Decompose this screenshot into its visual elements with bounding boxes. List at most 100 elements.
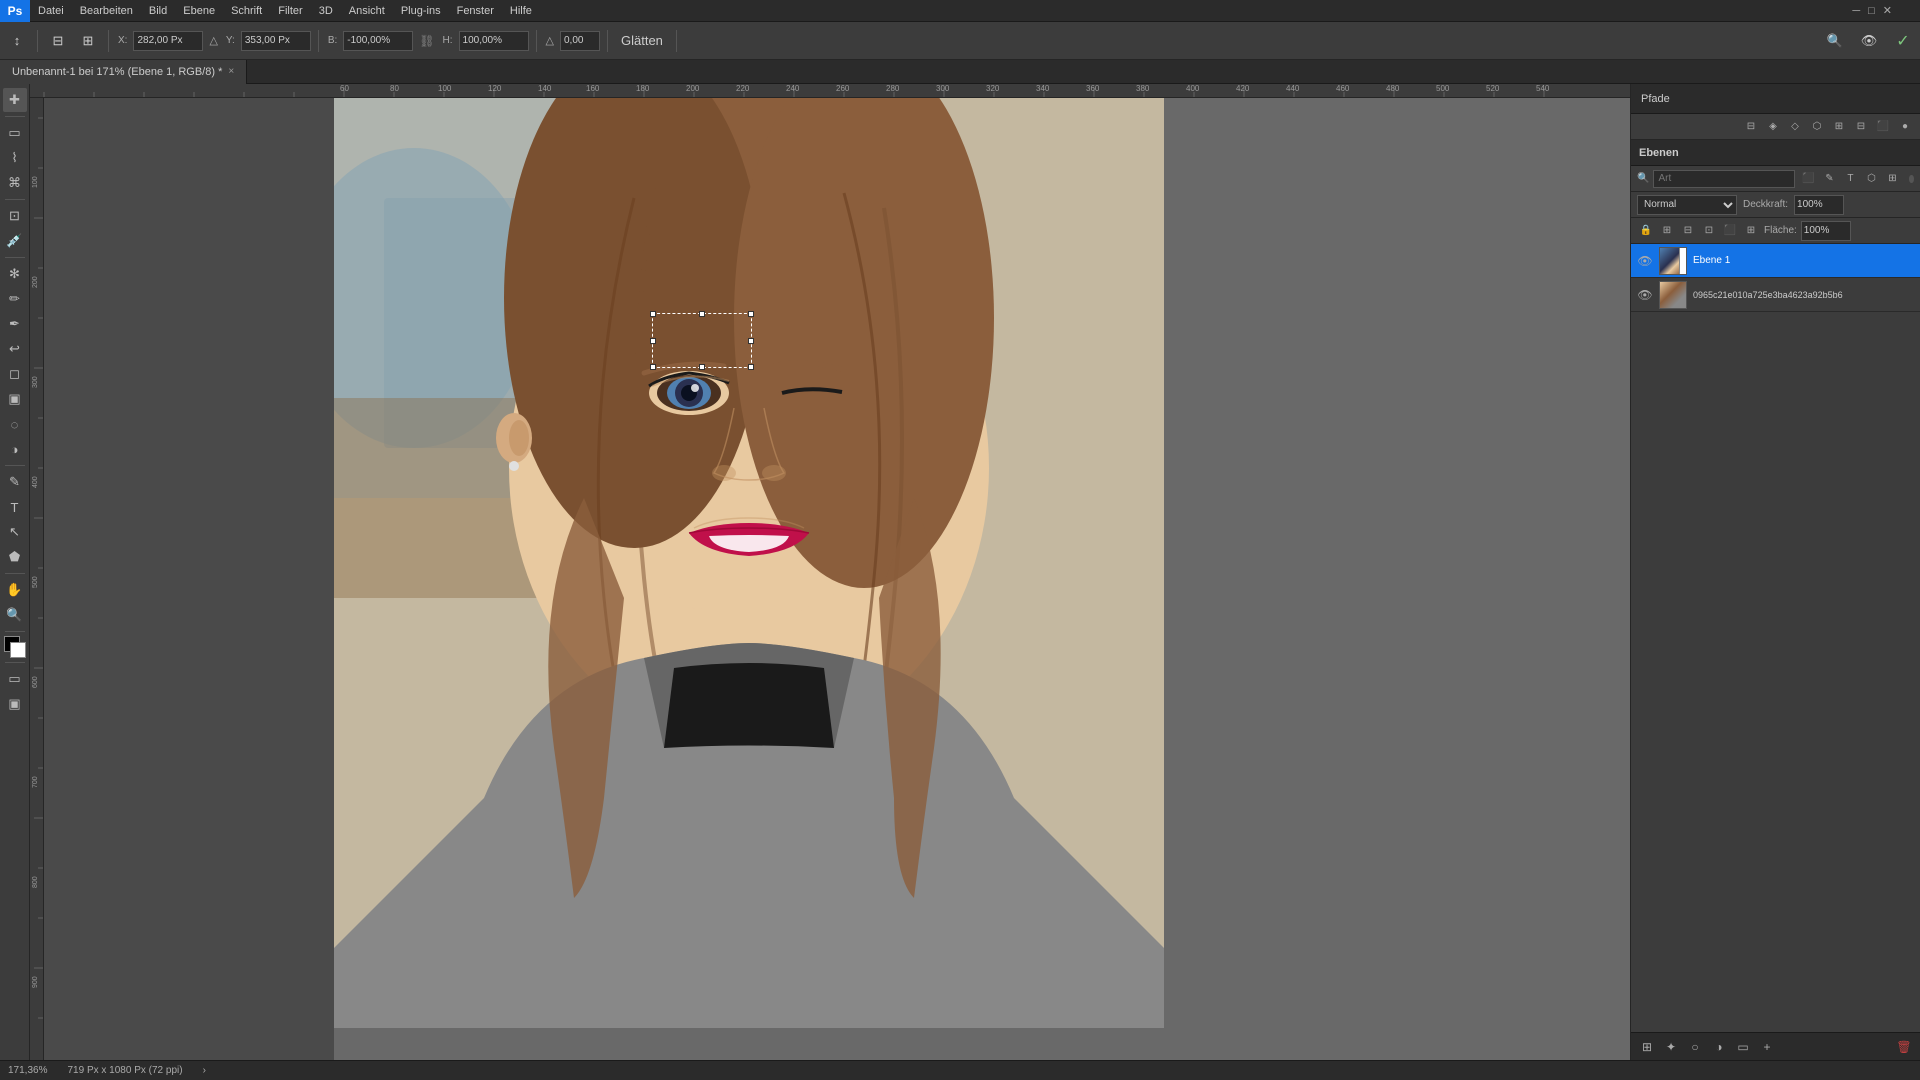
fill-input[interactable] [1801, 221, 1851, 241]
svg-text:500: 500 [32, 576, 39, 588]
layer-vis-1[interactable]: 👁 [1637, 253, 1653, 269]
canvas-area[interactable]: 60 80 100 120 140 160 180 200 220 240 26… [30, 84, 1630, 1060]
filter-shape-icon[interactable]: ⬡ [1862, 170, 1880, 188]
menu-fenster[interactable]: Fenster [449, 0, 502, 22]
lock-move-icon[interactable]: ⊞ [1658, 222, 1676, 240]
height-input[interactable] [459, 31, 529, 51]
lasso-tool[interactable]: ⌇ [3, 146, 27, 170]
x-input[interactable] [133, 31, 203, 51]
panel-icon-4[interactable]: ⬡ [1808, 118, 1826, 136]
svg-text:460: 460 [1336, 84, 1350, 93]
width-input[interactable] [343, 31, 413, 51]
foreground-color[interactable] [4, 636, 26, 658]
pen-tool[interactable]: ✎ [3, 470, 27, 494]
crop-tool[interactable]: ⊡ [3, 204, 27, 228]
layers-list[interactable]: 👁 Ebene 1 👁 0965c21e010a725e3ba4623a92b5… [1631, 244, 1920, 1032]
filter-adjust-icon[interactable]: ✎ [1820, 170, 1838, 188]
panel-icon-8[interactable]: ● [1896, 118, 1914, 136]
move-tool-btn[interactable]: ↕ [4, 28, 30, 54]
search-btn[interactable]: 🔍 [1822, 28, 1848, 54]
eye-btn[interactable]: 👁 [1856, 28, 1882, 54]
menu-bild[interactable]: Bild [141, 0, 175, 22]
healing-tool[interactable]: ✻ [3, 262, 27, 286]
opacity-input[interactable] [1794, 195, 1844, 215]
mask-mode-btn[interactable]: ▭ [3, 667, 27, 691]
pfade-tab[interactable]: Pfade [1631, 84, 1920, 114]
svg-text:360: 360 [1086, 84, 1100, 93]
layer-vis-2[interactable]: 👁 [1637, 287, 1653, 303]
lock-pixel-icon[interactable]: ⬛ [1721, 222, 1739, 240]
lock-extra-icon[interactable]: ⊞ [1742, 222, 1760, 240]
path-select-tool[interactable]: ↖ [3, 520, 27, 544]
panel-icon-1[interactable]: ⊟ [1742, 118, 1760, 136]
transform-options-btn[interactable]: ⊟ [45, 28, 71, 54]
maximize-btn[interactable]: □ [1868, 5, 1875, 17]
panel-icon-3[interactable]: ◇ [1786, 118, 1804, 136]
add-style-btn[interactable]: ✦ [1661, 1037, 1681, 1057]
svg-text:400: 400 [32, 476, 39, 488]
layer-item-2[interactable]: 👁 0965c21e010a725e3ba4623a92b5b6 [1631, 278, 1920, 312]
tab-close-btn[interactable]: × [228, 66, 234, 77]
group-btn[interactable]: ▭ [1733, 1037, 1753, 1057]
layer-item-1[interactable]: 👁 Ebene 1 [1631, 244, 1920, 278]
magic-wand-tool[interactable]: ⌘ [3, 171, 27, 195]
menu-ebene[interactable]: Ebene [175, 0, 223, 22]
canvas-content[interactable]: 100 200 300 400 500 600 700 800 900 [30, 98, 1630, 1060]
tool-sep-2 [5, 199, 25, 200]
menu-datei[interactable]: Datei [30, 0, 72, 22]
brush-tool[interactable]: ✏ [3, 287, 27, 311]
selection-tool[interactable]: ▭ [3, 121, 27, 145]
zoom-tool[interactable]: 🔍 [3, 603, 27, 627]
pfade-label[interactable]: Pfade [1641, 93, 1670, 105]
rotation-input[interactable] [560, 31, 600, 51]
filter-smart-icon[interactable]: ⊞ [1883, 170, 1901, 188]
lock-icon[interactable]: 🔒 [1637, 222, 1655, 240]
dodge-tool[interactable]: ◑ [3, 437, 27, 461]
link-layers-btn[interactable]: ⊞ [1637, 1037, 1657, 1057]
warp-btn[interactable]: Glätten [615, 28, 669, 54]
svg-text:540: 540 [1536, 84, 1550, 93]
blur-tool[interactable]: ◌ [3, 412, 27, 436]
document-tab[interactable]: Unbenannt-1 bei 171% (Ebene 1, RGB/8) * … [0, 60, 247, 84]
filter-pixel-icon[interactable]: ⬛ [1799, 170, 1817, 188]
add-mask-btn[interactable]: ○ [1685, 1037, 1705, 1057]
move-tool[interactable]: ✚ [3, 88, 27, 112]
eyedropper-tool[interactable]: 💉 [3, 229, 27, 253]
layer-search-input[interactable] [1653, 170, 1795, 188]
menu-ansicht[interactable]: Ansicht [341, 0, 393, 22]
panel-icon-5[interactable]: ⊞ [1830, 118, 1848, 136]
clone-tool[interactable]: ✒ [3, 312, 27, 336]
panel-icon-2[interactable]: ◈ [1764, 118, 1782, 136]
menu-schrift[interactable]: Schrift [223, 0, 270, 22]
lock-artboard-icon[interactable]: ⊟ [1679, 222, 1697, 240]
commit-btn[interactable]: ✓ [1890, 28, 1916, 54]
svg-text:340: 340 [1036, 84, 1050, 93]
transform-ref-btn[interactable]: ⊞ [75, 28, 101, 54]
hand-tool[interactable]: ✋ [3, 578, 27, 602]
panel-icon-7[interactable]: ⬛ [1874, 118, 1892, 136]
new-layer-btn[interactable]: + [1757, 1037, 1777, 1057]
screen-mode-btn[interactable]: ▣ [3, 692, 27, 716]
close-btn[interactable]: ✕ [1883, 4, 1892, 17]
svg-text:400: 400 [1186, 84, 1200, 93]
menu-hilfe[interactable]: Hilfe [502, 0, 540, 22]
panel-icon-6[interactable]: ⊟ [1852, 118, 1870, 136]
y-input[interactable] [241, 31, 311, 51]
menu-filter[interactable]: Filter [270, 0, 310, 22]
history-tool[interactable]: ↩ [3, 337, 27, 361]
minimize-btn[interactable]: ─ [1852, 5, 1860, 17]
gradient-tool[interactable]: ▣ [3, 387, 27, 411]
shape-tool[interactable]: ⬟ [3, 545, 27, 569]
menu-3d[interactable]: 3D [311, 0, 341, 22]
menu-plugins[interactable]: Plug-ins [393, 0, 449, 22]
menu-bearbeiten[interactable]: Bearbeiten [72, 0, 141, 22]
blend-mode-select[interactable]: Normal [1637, 195, 1737, 215]
document-canvas[interactable] [44, 98, 1630, 1060]
eraser-tool[interactable]: ◻ [3, 362, 27, 386]
canvas-image[interactable] [334, 98, 1164, 1028]
lock-all-icon[interactable]: ⊡ [1700, 222, 1718, 240]
text-tool[interactable]: T [3, 495, 27, 519]
delete-layer-btn[interactable]: 🗑 [1894, 1037, 1914, 1057]
filter-text-icon[interactable]: T [1841, 170, 1859, 188]
adjustment-btn[interactable]: ◑ [1709, 1037, 1729, 1057]
